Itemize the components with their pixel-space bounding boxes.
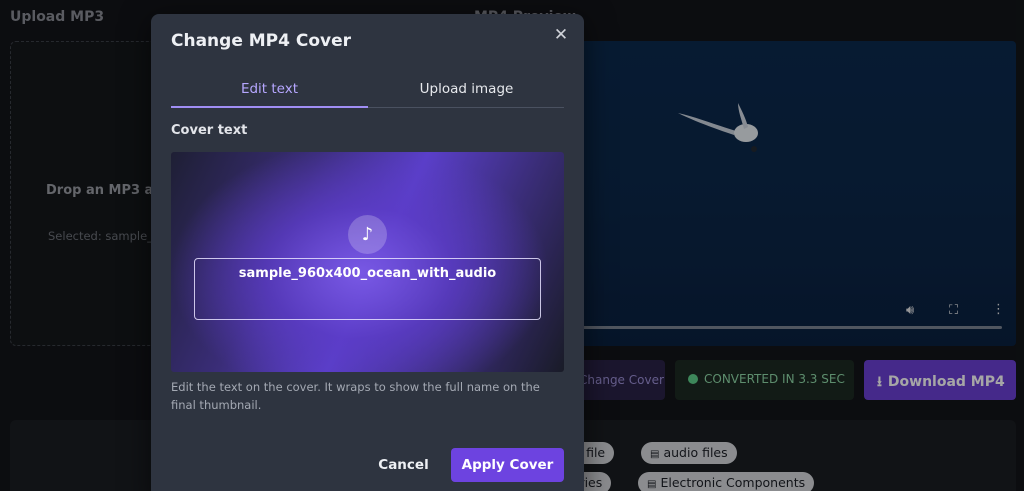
cover-text-label: Cover text [171,123,248,138]
change-cover-modal: Change MP4 Cover ✕ Edit text Upload imag… [151,14,584,491]
close-icon[interactable]: ✕ [552,26,570,44]
cancel-button[interactable]: Cancel [366,448,441,482]
modal-tabs: Edit text Upload image [171,79,564,108]
tab-edit-text[interactable]: Edit text [171,79,368,108]
cover-text-input[interactable]: sample_960x400_ocean_with_audio [194,258,541,320]
tab-upload-image[interactable]: Upload image [368,79,565,108]
modal-title: Change MP4 Cover [171,31,352,51]
music-note-icon: ♪ [348,215,387,254]
apply-cover-button[interactable]: Apply Cover [451,448,564,482]
cover-help-text: Edit the text on the cover. It wraps to … [171,380,540,412]
cover-preview: ♪ sample_960x400_ocean_with_audio [171,152,564,372]
